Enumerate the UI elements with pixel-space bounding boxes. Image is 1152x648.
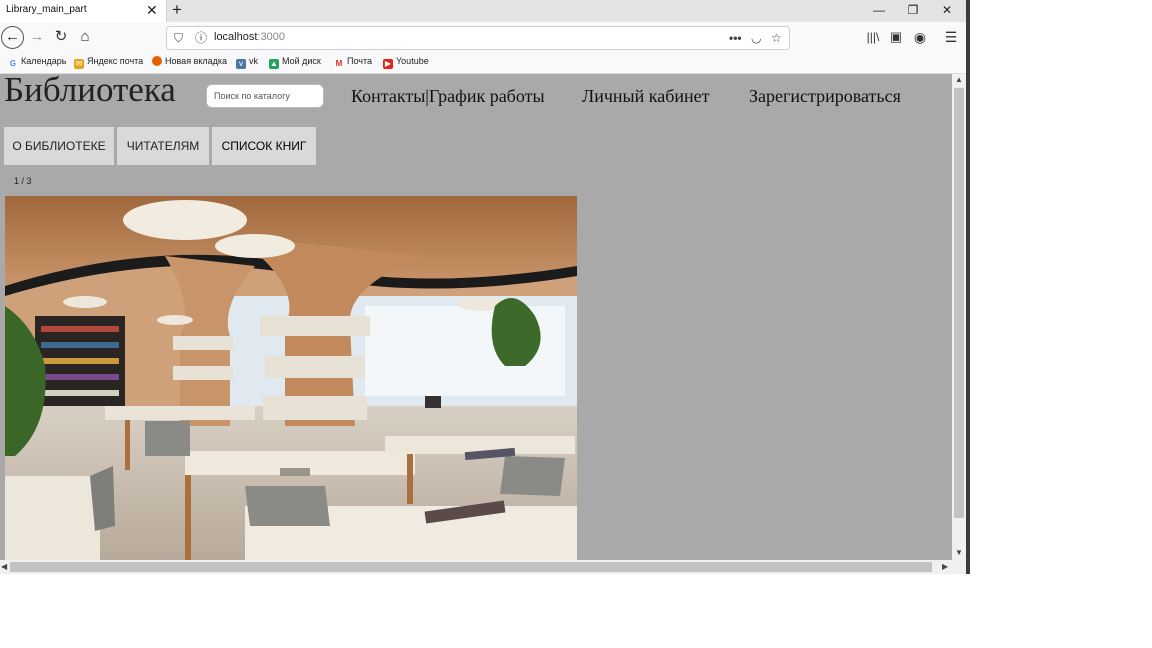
bookmark-label: Календарь: [21, 56, 67, 66]
slide-counter: 1 / 3: [14, 176, 32, 186]
account-icon[interactable]: ◉: [909, 26, 931, 48]
bookmark-item[interactable]: ✉ Яндекс почта: [74, 56, 143, 69]
mail-icon: ✉: [74, 59, 84, 69]
catalog-search-input[interactable]: [206, 84, 324, 108]
book-list-button[interactable]: СПИСОК КНИГ: [212, 127, 316, 165]
sidebar-icon[interactable]: ▣: [885, 26, 907, 48]
register-link[interactable]: Зарегистрироваться: [749, 86, 901, 107]
about-button[interactable]: О БИБЛИОТЕКЕ: [4, 127, 114, 165]
browser-window: Library_main_part ✕ + — ❐ ✕ ← → ↻ ⌂ ⛉ ⓘ …: [0, 0, 967, 574]
account-link[interactable]: Личный кабинет: [582, 86, 710, 107]
url-host: localhost: [214, 31, 258, 43]
horizontal-scroll-thumb[interactable]: [10, 562, 932, 572]
window-close-icon[interactable]: ✕: [932, 2, 962, 20]
tab-bar: Library_main_part ✕ + — ❐ ✕: [0, 0, 966, 22]
scroll-up-icon[interactable]: ▲: [955, 75, 963, 84]
vertical-scrollbar[interactable]: ▲ ▼: [952, 74, 966, 560]
bookmarks-bar: G Календарь ✉ Яндекс почта Новая вкладка v…: [0, 52, 966, 74]
contacts-link[interactable]: Контакты|График работы: [351, 86, 545, 107]
page-viewport: Библиотека Контакты|График работы Личный…: [0, 74, 952, 560]
desktop-edge: [966, 0, 970, 574]
new-tab-icon[interactable]: +: [172, 0, 182, 20]
bookmark-label: Youtube: [396, 56, 429, 66]
readers-button[interactable]: ЧИТАТЕЛЯМ: [117, 127, 209, 165]
url-text[interactable]: localhost:3000: [214, 31, 285, 43]
bookmark-item[interactable]: v vk: [236, 56, 258, 69]
bookmark-star-icon[interactable]: ☆: [771, 29, 782, 47]
tab-close-icon[interactable]: ✕: [146, 2, 158, 18]
menu-icon[interactable]: ☰: [940, 26, 962, 48]
vk-icon: v: [236, 59, 246, 69]
bookmark-label: Почта: [347, 56, 372, 66]
google-icon: G: [8, 59, 18, 69]
library-icon[interactable]: |||\: [862, 26, 884, 48]
bookmark-item[interactable]: Новая вкладка: [152, 56, 227, 66]
bookmark-label: Яндекс почта: [87, 56, 144, 66]
info-icon[interactable]: ⓘ: [195, 29, 207, 47]
scroll-left-icon[interactable]: ◀: [1, 562, 7, 571]
home-icon[interactable]: ⌂: [74, 26, 96, 48]
bookmark-item[interactable]: M Почта: [334, 56, 372, 69]
reload-icon[interactable]: ↻: [50, 26, 72, 48]
vertical-scroll-thumb[interactable]: [954, 88, 964, 518]
active-tab[interactable]: Library_main_part ✕: [0, 0, 167, 22]
site-title: Библиотека: [4, 74, 176, 109]
scroll-down-icon[interactable]: ▼: [955, 548, 963, 557]
minimize-icon[interactable]: —: [864, 2, 894, 20]
gmail-icon: M: [334, 59, 344, 69]
shield-icon[interactable]: ⛉: [174, 29, 183, 47]
firefox-icon: [152, 56, 162, 66]
youtube-icon: ▶: [383, 59, 393, 69]
bookmark-item[interactable]: G Календарь: [8, 56, 66, 69]
library-interior-image: [5, 196, 577, 560]
restore-icon[interactable]: ❐: [898, 2, 928, 20]
back-icon[interactable]: ←: [1, 26, 24, 49]
bookmark-label: Новая вкладка: [165, 56, 228, 66]
drive-icon: ▲: [269, 59, 279, 69]
url-port: :3000: [257, 31, 285, 43]
horizontal-scrollbar[interactable]: ◀ ▶: [0, 560, 966, 574]
pocket-icon[interactable]: ◡: [751, 29, 761, 47]
bookmark-item[interactable]: ▶ Youtube: [383, 56, 429, 69]
navigation-bar: ← → ↻ ⌂ ⛉ ⓘ localhost:3000 ••• ◡ ☆ |||\ …: [0, 22, 966, 52]
bookmark-label: Мой диск: [282, 56, 321, 66]
forward-icon[interactable]: →: [26, 26, 48, 48]
tab-title: Library_main_part: [6, 4, 87, 15]
bookmark-label: vk: [249, 56, 258, 66]
bookmark-item[interactable]: ▲ Мой диск: [269, 56, 321, 69]
page-actions-icon[interactable]: •••: [729, 29, 742, 47]
scroll-right-icon[interactable]: ▶: [942, 562, 948, 571]
url-bar[interactable]: ⛉ ⓘ localhost:3000 ••• ◡ ☆: [166, 26, 790, 50]
